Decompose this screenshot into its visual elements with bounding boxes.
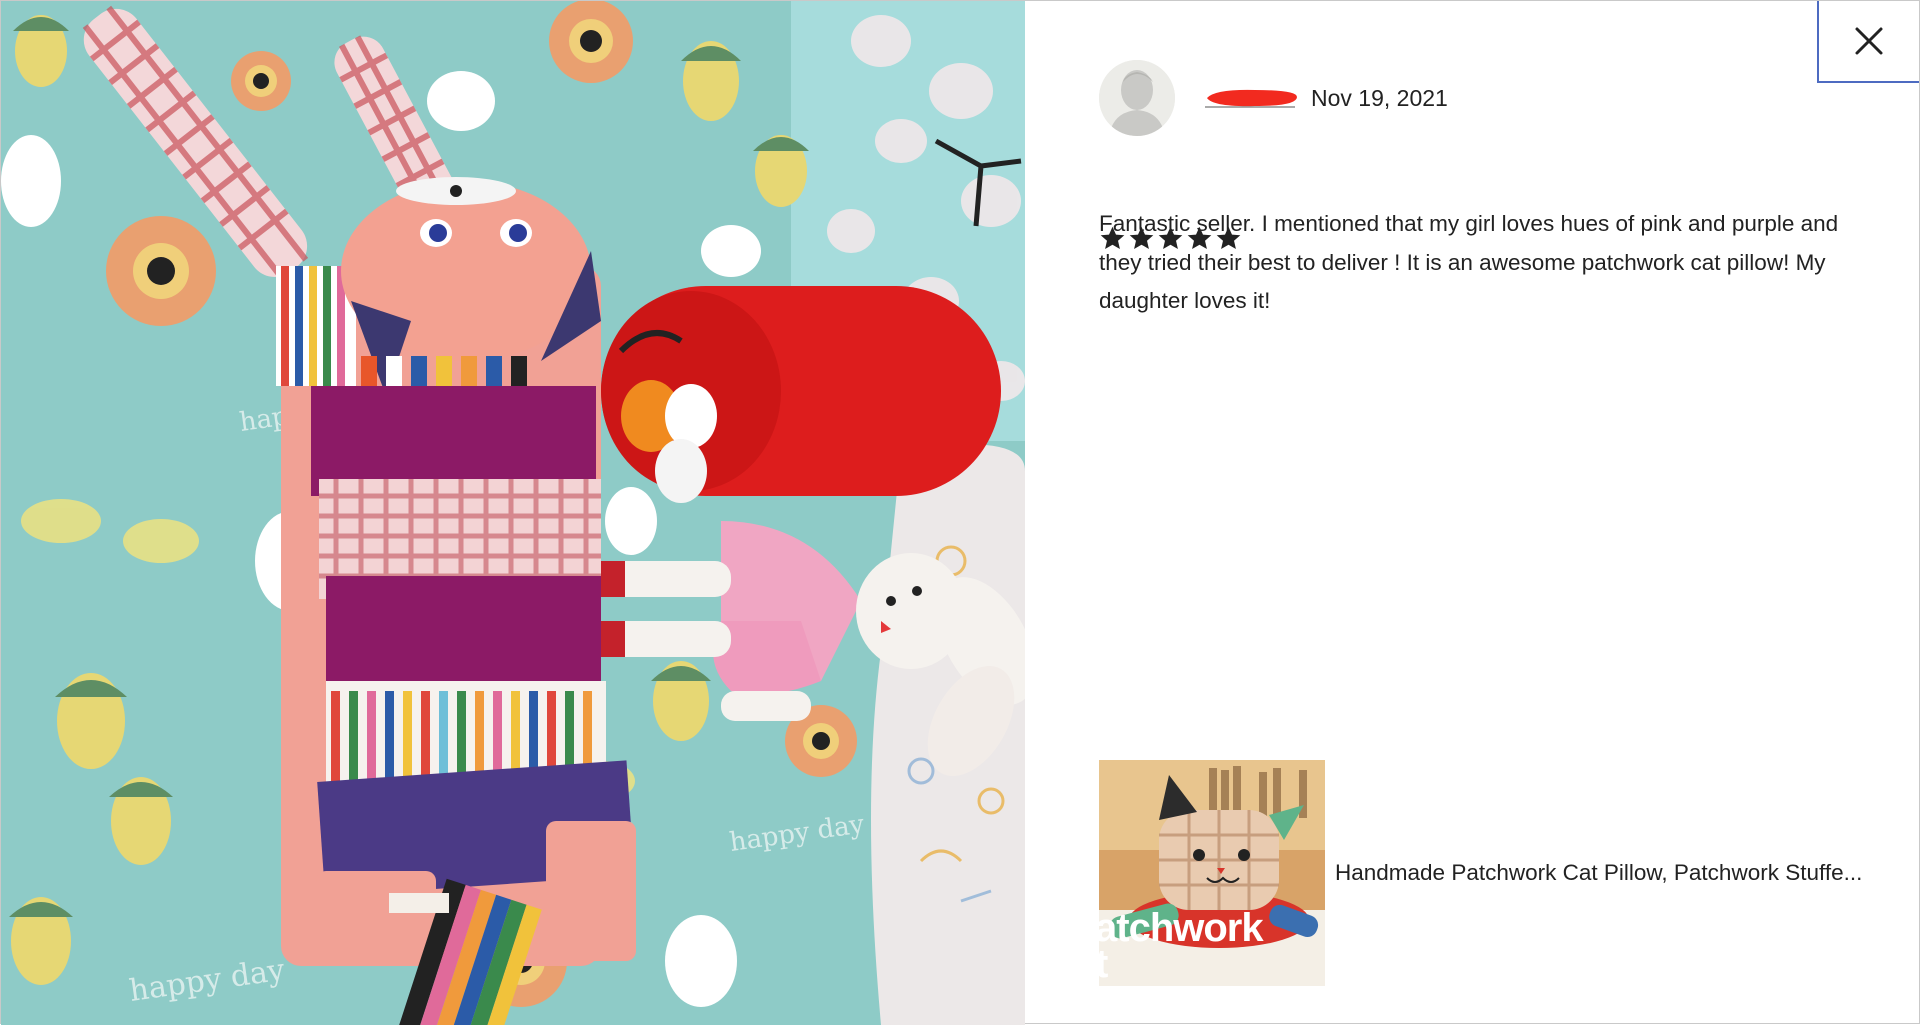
user-avatar-icon[interactable] (1099, 60, 1175, 136)
product-title[interactable]: Handmade Patchwork Cat Pillow, Patchwork… (1335, 860, 1895, 886)
thumbnail-overlay-text: atchwork t (1099, 906, 1264, 986)
product-link[interactable]: atchwork t Handmade Patchwork Cat Pillow,… (1099, 760, 1899, 986)
close-icon (1855, 27, 1883, 55)
review-photo: happy happy day happy day (1, 1, 1025, 1025)
review-date: Nov 19, 2021 (1311, 84, 1448, 111)
review-text: Fantastic seller. I mentioned that my gi… (1099, 211, 1839, 313)
review-photo-image: happy happy day happy day (1, 1, 1025, 1025)
review-photo-dialog: happy happy day happy day Nov 19, 2021 F… (0, 0, 1920, 1025)
reviewer-row: Nov 19, 2021 (1099, 59, 1879, 137)
reviewer-name-redacted[interactable] (1205, 87, 1299, 109)
product-thumbnail[interactable]: atchwork t (1099, 760, 1325, 986)
review-panel: Nov 19, 2021 Fantastic seller. I mention… (1099, 59, 1879, 313)
